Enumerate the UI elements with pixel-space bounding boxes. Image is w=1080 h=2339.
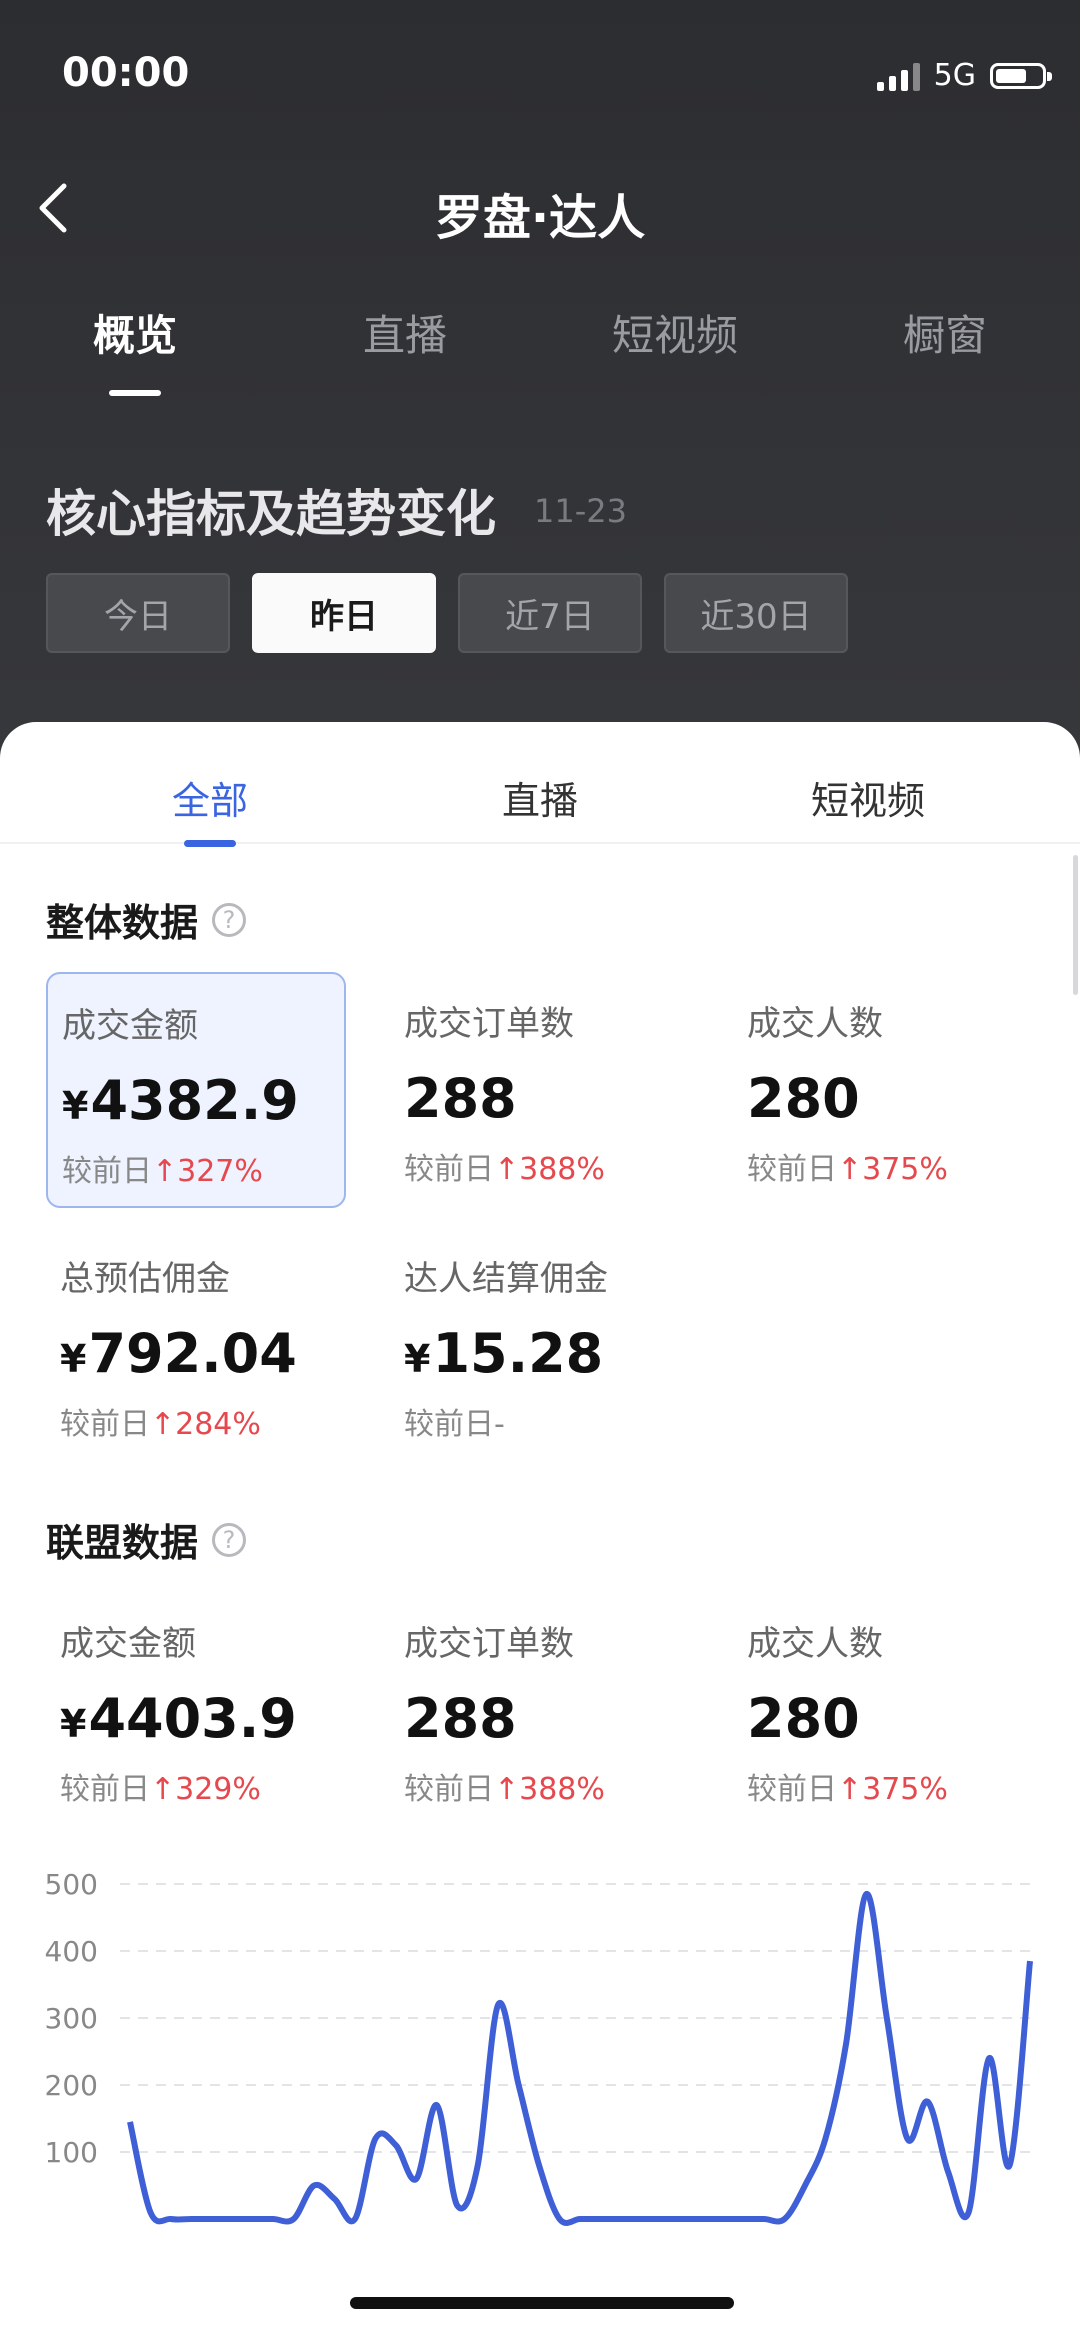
metric-compare: 较前日↑388% bbox=[404, 1152, 605, 1187]
alliance-metric-orders[interactable]: 成交订单数 288 较前日↑388% bbox=[390, 1592, 690, 1828]
date-today-button[interactable]: 今日 bbox=[46, 573, 230, 653]
metric-label: 成交人数 bbox=[747, 1624, 883, 1664]
series-line-0 bbox=[127, 1891, 1033, 2226]
metric-label: 达人结算佣金 bbox=[404, 1259, 608, 1299]
subtab-short-video[interactable]: 短视频 bbox=[768, 770, 968, 825]
content-card: 全部 直播 短视频 整体数据 ? 成交金额 ¥4382.9 较前日↑327% 成… bbox=[0, 722, 1080, 2339]
metric-value: 280 bbox=[747, 1687, 860, 1750]
subtab-live[interactable]: 直播 bbox=[440, 770, 640, 825]
metric-value: 280 bbox=[747, 1067, 860, 1130]
metric-label: 成交金额 bbox=[62, 1006, 198, 1046]
metric-compare: 较前日↑284% bbox=[60, 1407, 261, 1442]
metric-card-orders[interactable]: 成交订单数 288 较前日↑388% bbox=[390, 972, 690, 1208]
y-tick-label: 500 bbox=[45, 1868, 98, 1901]
metric-compare: 较前日↑388% bbox=[404, 1772, 605, 1807]
y-tick-label: 400 bbox=[45, 1935, 98, 1968]
metric-value: 288 bbox=[404, 1067, 517, 1130]
network-label: 5G bbox=[933, 58, 976, 93]
metric-card-buyers[interactable]: 成交人数 280 较前日↑375% bbox=[733, 972, 1033, 1208]
metric-compare: 较前日- bbox=[404, 1407, 505, 1442]
y-tick-label: 100 bbox=[45, 2136, 98, 2169]
sub-tabs: 全部 直播 短视频 bbox=[0, 722, 1080, 847]
overall-data-label: 整体数据 bbox=[46, 901, 199, 945]
status-time: 00:00 bbox=[62, 50, 190, 96]
metric-label: 成交订单数 bbox=[404, 1624, 574, 1664]
scrollbar[interactable] bbox=[1073, 855, 1078, 995]
alliance-data-label: 联盟数据 bbox=[46, 1521, 199, 1565]
metric-value: ¥792.04 bbox=[60, 1322, 297, 1385]
alliance-metric-buyers[interactable]: 成交人数 280 较前日↑375% bbox=[733, 1592, 1033, 1828]
date-30days-button[interactable]: 近30日 bbox=[664, 573, 848, 653]
metric-value: ¥4382.9 bbox=[62, 1069, 299, 1132]
page-title: 罗盘·达人 bbox=[434, 190, 646, 246]
metric-card-est-commission[interactable]: 总预估佣金 ¥792.04 较前日↑284% bbox=[46, 1227, 346, 1463]
metric-value: 288 bbox=[404, 1687, 517, 1750]
y-tick-label: 300 bbox=[45, 2002, 98, 2035]
trend-line-chart[interactable]: 100 200 300 400 500 bbox=[0, 1862, 1080, 2339]
tab-showcase[interactable]: 橱窗 bbox=[845, 302, 1045, 363]
metric-value: ¥4403.9 bbox=[60, 1687, 297, 1750]
tab-short-video[interactable]: 短视频 bbox=[575, 302, 775, 363]
main-tabs: 概览 直播 短视频 橱窗 bbox=[0, 302, 1080, 396]
metric-card-settled-commission[interactable]: 达人结算佣金 ¥15.28 较前日- bbox=[390, 1227, 690, 1463]
metric-compare: 较前日↑329% bbox=[60, 1772, 261, 1807]
metric-value: ¥15.28 bbox=[404, 1322, 604, 1385]
metric-card-gmv[interactable]: 成交金额 ¥4382.9 较前日↑327% bbox=[46, 972, 346, 1208]
subtab-all[interactable]: 全部 bbox=[110, 770, 310, 847]
core-metrics-title: 核心指标及趋势变化 bbox=[46, 485, 496, 543]
y-tick-label: 200 bbox=[45, 2069, 98, 2102]
overall-data-title: 整体数据 ? bbox=[46, 892, 247, 947]
core-metrics-date: 11-23 bbox=[534, 492, 627, 530]
metric-label: 总预估佣金 bbox=[60, 1259, 230, 1299]
alliance-data-title: 联盟数据 ? bbox=[46, 1512, 247, 1567]
help-icon[interactable]: ? bbox=[212, 1522, 247, 1557]
metric-label: 成交订单数 bbox=[404, 1004, 574, 1044]
tab-live[interactable]: 直播 bbox=[305, 302, 505, 363]
metric-compare: 较前日↑375% bbox=[747, 1772, 948, 1807]
alliance-metric-gmv[interactable]: 成交金额 ¥4403.9 较前日↑329% bbox=[46, 1592, 346, 1828]
home-indicator[interactable] bbox=[350, 2297, 734, 2309]
date-7days-button[interactable]: 近7日 bbox=[458, 573, 642, 653]
metric-label: 成交金额 bbox=[60, 1624, 196, 1664]
date-range-selector: 今日 昨日 近7日 近30日 bbox=[46, 573, 848, 653]
metric-compare: 较前日↑327% bbox=[62, 1154, 263, 1189]
tab-overview[interactable]: 概览 bbox=[35, 302, 235, 396]
date-yesterday-button[interactable]: 昨日 bbox=[252, 573, 436, 653]
status-icons: 5G bbox=[876, 58, 1052, 93]
metric-label: 成交人数 bbox=[747, 1004, 883, 1044]
signal-icon bbox=[876, 61, 920, 91]
header-area: 00:00 5G 罗盘·达人 概览 直播 短视频 橱窗 核心指标及趋势变化 11… bbox=[0, 0, 1080, 780]
help-icon[interactable]: ? bbox=[212, 902, 247, 937]
metric-compare: 较前日↑375% bbox=[747, 1152, 948, 1187]
battery-icon bbox=[990, 62, 1052, 89]
